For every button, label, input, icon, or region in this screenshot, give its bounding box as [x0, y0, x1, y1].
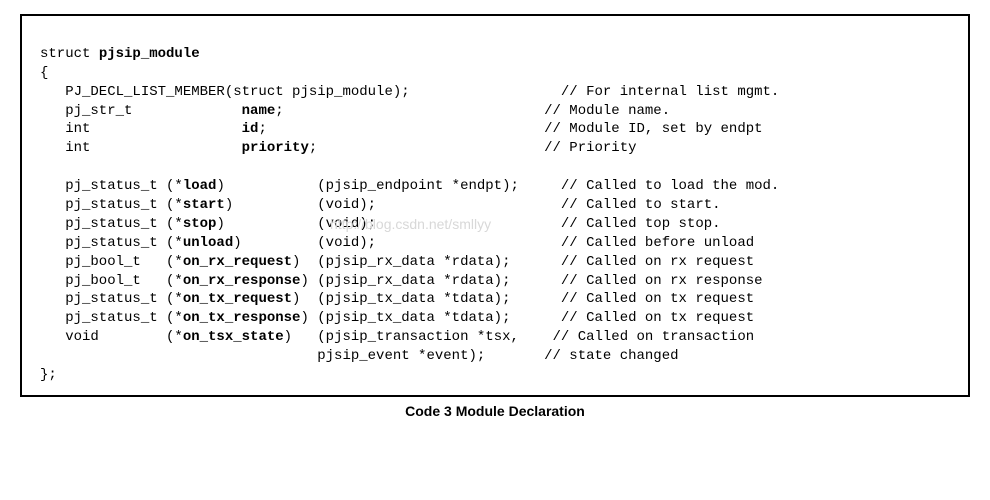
code-line: pj_status_t (* — [40, 178, 183, 194]
code-line: ) (void); // Called to start. — [225, 197, 721, 213]
code-line: pj_status_t (* — [40, 235, 183, 251]
code-bold: stop — [183, 216, 217, 232]
code-line: ; // Module ID, set by endpt — [258, 121, 762, 137]
code-bold: on_tx_request — [183, 291, 292, 307]
code-bold: name — [242, 103, 276, 119]
code-line: ) (pjsip_tx_data *tdata); // Called on t… — [292, 291, 754, 307]
code-bold: unload — [183, 235, 233, 251]
code-bold: on_rx_request — [183, 254, 292, 270]
code-line: ; // Priority — [309, 140, 637, 156]
code-line: ) (pjsip_transaction *tsx, // Called on … — [284, 329, 754, 345]
code-bold: on_tx_response — [183, 310, 301, 326]
code-bold: priority — [242, 140, 309, 156]
code-line: pj_bool_t (* — [40, 273, 183, 289]
code-line: pj_status_t (* — [40, 197, 183, 213]
code-line: ) (pjsip_tx_data *tdata); // Called on t… — [300, 310, 754, 326]
code-line: }; — [40, 367, 57, 383]
code-line: ; // Module name. — [275, 103, 670, 119]
code-line: pj_str_t — [40, 103, 242, 119]
code-line: ) (pjsip_endpoint *endpt); // Called to … — [216, 178, 779, 194]
code-bold: on_tsx_state — [183, 329, 284, 345]
code-line: ) (pjsip_rx_data *rdata); // Called on r… — [292, 254, 754, 270]
code-line: pj_status_t (* — [40, 310, 183, 326]
code-line: pj_bool_t (* — [40, 254, 183, 270]
code-bold: on_rx_response — [183, 273, 301, 289]
code-line: ) (void); // Called before unload — [233, 235, 754, 251]
code-box: http://blog.csdn.net/smllyystruct pjsip_… — [20, 14, 970, 397]
code-line: pjsip_event *event); // state changed — [40, 348, 679, 364]
code-line: ) (void); // Called top stop. — [216, 216, 720, 232]
code-line: pj_status_t (* — [40, 291, 183, 307]
code-line: void (* — [40, 329, 183, 345]
code-line: ) (pjsip_rx_data *rdata); // Called on r… — [300, 273, 762, 289]
code-caption: Code 3 Module Declaration — [20, 403, 970, 419]
code-bold: load — [183, 178, 217, 194]
code-block: http://blog.csdn.net/smllyystruct pjsip_… — [22, 26, 968, 385]
code-bold: start — [183, 197, 225, 213]
page-wrap: http://blog.csdn.net/smllyystruct pjsip_… — [0, 0, 990, 425]
code-line: struct — [40, 46, 99, 62]
code-bold: pjsip_module — [99, 46, 200, 62]
code-bold: id — [242, 121, 259, 137]
code-line: PJ_DECL_LIST_MEMBER(struct pjsip_module)… — [40, 84, 779, 100]
code-line: int — [40, 140, 242, 156]
code-line: int — [40, 121, 242, 137]
code-line: { — [40, 65, 48, 81]
code-line: pj_status_t (* — [40, 216, 183, 232]
